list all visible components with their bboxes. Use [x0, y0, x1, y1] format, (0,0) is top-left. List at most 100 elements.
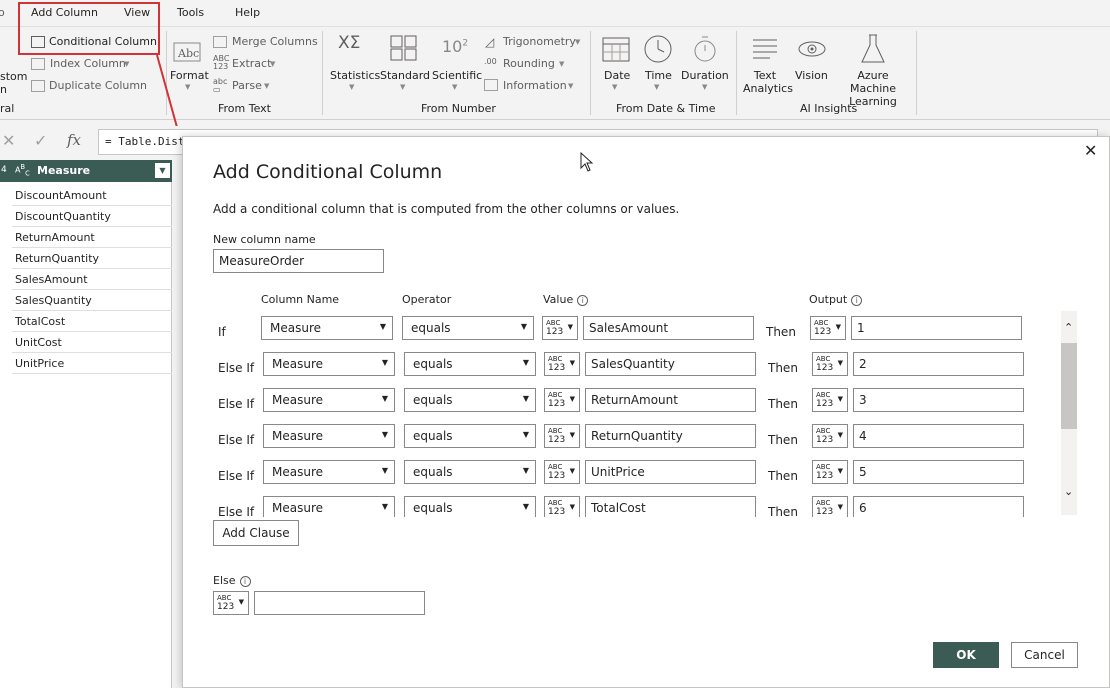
- grid-cell[interactable]: UnitPrice: [12, 353, 172, 374]
- cancel-button[interactable]: Cancel: [1011, 642, 1078, 668]
- output-input[interactable]: 2: [853, 352, 1024, 376]
- else-value-input[interactable]: [254, 591, 425, 615]
- parse-button[interactable]: Parse: [232, 79, 262, 92]
- clauses-list: If Measure ▼ equals ▼ ABC 123 ▼ SalesAmount Then A…: [183, 309, 1063, 517]
- output-type-selector[interactable]: ABC 123 ▼: [812, 424, 848, 448]
- type-abc-label: ABC: [816, 427, 831, 435]
- column-name-dropdown[interactable]: Measure ▼: [263, 388, 395, 412]
- confirm-formula-icon[interactable]: ✓: [34, 131, 47, 150]
- column-type-icon[interactable]: 4: [0, 160, 12, 182]
- operator-dropdown[interactable]: equals ▼: [404, 460, 536, 484]
- scroll-down-icon[interactable]: ⌄: [1064, 485, 1073, 498]
- rounding-button[interactable]: Rounding: [503, 57, 555, 70]
- format-button[interactable]: Format: [170, 69, 209, 82]
- output-input[interactable]: 4: [853, 424, 1024, 448]
- tab-tools[interactable]: Tools: [177, 6, 204, 19]
- grid-cell[interactable]: TotalCost: [12, 311, 172, 332]
- clauses-scrollbar[interactable]: ⌃ ⌄: [1061, 311, 1077, 515]
- information-button[interactable]: Information: [503, 79, 567, 92]
- time-button[interactable]: Time: [645, 69, 672, 82]
- column-name-dropdown[interactable]: Measure ▼: [263, 460, 395, 484]
- clause-keyword: Else If: [218, 505, 255, 517]
- index-column-icon: [31, 58, 45, 70]
- then-label: Then: [768, 433, 798, 447]
- scroll-up-icon[interactable]: ⌃: [1064, 321, 1073, 334]
- grid-cell[interactable]: ReturnAmount: [12, 227, 172, 248]
- value-type-selector[interactable]: ABC 123 ▼: [544, 424, 580, 448]
- grid-cell[interactable]: UnitCost: [12, 332, 172, 353]
- vision-button[interactable]: Vision: [795, 69, 828, 82]
- duplicate-column-button[interactable]: Duplicate Column: [49, 79, 147, 92]
- grid-cell[interactable]: SalesQuantity: [12, 290, 172, 311]
- output-type-selector[interactable]: ABC 123 ▼: [812, 352, 848, 376]
- output-input[interactable]: 6: [853, 496, 1024, 517]
- output-type-selector[interactable]: ABC 123 ▼: [812, 496, 848, 517]
- chevron-down-icon: ▼: [702, 83, 708, 91]
- operator-dropdown[interactable]: equals ▼: [402, 316, 534, 340]
- value-type-selector[interactable]: ABC 123 ▼: [544, 496, 580, 517]
- operator-dropdown[interactable]: equals ▼: [404, 496, 536, 517]
- extract-icon: ABC 123: [213, 54, 230, 71]
- close-icon[interactable]: ✕: [1084, 141, 1097, 160]
- duration-button[interactable]: Duration: [681, 69, 729, 82]
- operator-value: equals: [413, 429, 453, 443]
- output-type-selector[interactable]: ABC 123 ▼: [810, 316, 846, 340]
- output-type-selector[interactable]: ABC 123 ▼: [812, 388, 848, 412]
- grid-cell[interactable]: ReturnQuantity: [12, 248, 172, 269]
- operator-dropdown[interactable]: equals ▼: [404, 388, 536, 412]
- grid-cell[interactable]: DiscountAmount: [12, 185, 172, 206]
- value-input[interactable]: TotalCost: [585, 496, 756, 517]
- grid-cell[interactable]: SalesAmount: [12, 269, 172, 290]
- output-input[interactable]: 3: [853, 388, 1024, 412]
- scientific-button[interactable]: Scientific: [432, 69, 482, 82]
- scrollbar-thumb[interactable]: [1061, 343, 1077, 429]
- fx-icon[interactable]: fx: [67, 131, 81, 149]
- parse-icon: abc ▭: [213, 77, 228, 94]
- column-name-dropdown[interactable]: Measure ▼: [263, 352, 395, 376]
- filter-dropdown-icon[interactable]: ▼: [155, 163, 170, 178]
- ok-button[interactable]: OK: [933, 642, 999, 668]
- index-column-button[interactable]: Index Column: [50, 57, 126, 70]
- chevron-down-icon: ▼: [400, 83, 406, 91]
- standard-button[interactable]: Standard: [380, 69, 430, 82]
- extract-button[interactable]: Extract: [232, 57, 271, 70]
- tab-partial[interactable]: o: [0, 6, 5, 19]
- column-header-measure[interactable]: ABC Measure ▼: [12, 160, 172, 182]
- output-input[interactable]: 1: [851, 316, 1022, 340]
- value-input[interactable]: ReturnQuantity: [585, 424, 756, 448]
- column-header-label: Measure: [37, 164, 91, 177]
- cancel-formula-icon[interactable]: ✕: [2, 131, 15, 150]
- value-type-selector[interactable]: ABC 123 ▼: [542, 316, 578, 340]
- type-123-label: 123: [548, 363, 566, 373]
- value-input[interactable]: ReturnAmount: [585, 388, 756, 412]
- grid-cell[interactable]: DiscountQuantity: [12, 206, 172, 227]
- text-analytics-button[interactable]: Text Analytics: [743, 69, 793, 95]
- trigonometry-button[interactable]: Trigonometry: [503, 35, 576, 48]
- operator-dropdown[interactable]: equals ▼: [404, 424, 536, 448]
- column-name-dropdown[interactable]: Measure ▼: [261, 316, 393, 340]
- new-column-name-input[interactable]: MeasureOrder: [213, 249, 384, 273]
- value-type-selector[interactable]: ABC 123 ▼: [544, 352, 580, 376]
- custom-column-button[interactable]: stom n: [0, 70, 28, 96]
- operator-dropdown[interactable]: equals ▼: [404, 352, 536, 376]
- annotation-highlight: [18, 2, 160, 55]
- column-name-dropdown[interactable]: Measure ▼: [263, 496, 395, 517]
- column-name-dropdown[interactable]: Measure ▼: [263, 424, 395, 448]
- type-abc-label: ABC: [548, 427, 563, 435]
- statistics-button[interactable]: Statistics: [330, 69, 380, 82]
- else-type-selector[interactable]: ABC 123 ▼: [213, 591, 249, 615]
- tab-help[interactable]: Help: [235, 6, 260, 19]
- value-input[interactable]: SalesAmount: [583, 316, 754, 340]
- chevron-down-icon: ▼: [185, 83, 191, 91]
- value-type-selector[interactable]: ABC 123 ▼: [544, 460, 580, 484]
- chevron-down-icon: ▼: [559, 60, 565, 68]
- value-input[interactable]: SalesQuantity: [585, 352, 756, 376]
- merge-columns-button[interactable]: Merge Columns: [232, 35, 318, 48]
- output-input[interactable]: 5: [853, 460, 1024, 484]
- date-button[interactable]: Date: [604, 69, 630, 82]
- value-input[interactable]: UnitPrice: [585, 460, 756, 484]
- add-clause-button[interactable]: Add Clause: [213, 520, 299, 546]
- output-type-selector[interactable]: ABC 123 ▼: [812, 460, 848, 484]
- then-label: Then: [768, 469, 798, 483]
- value-type-selector[interactable]: ABC 123 ▼: [544, 388, 580, 412]
